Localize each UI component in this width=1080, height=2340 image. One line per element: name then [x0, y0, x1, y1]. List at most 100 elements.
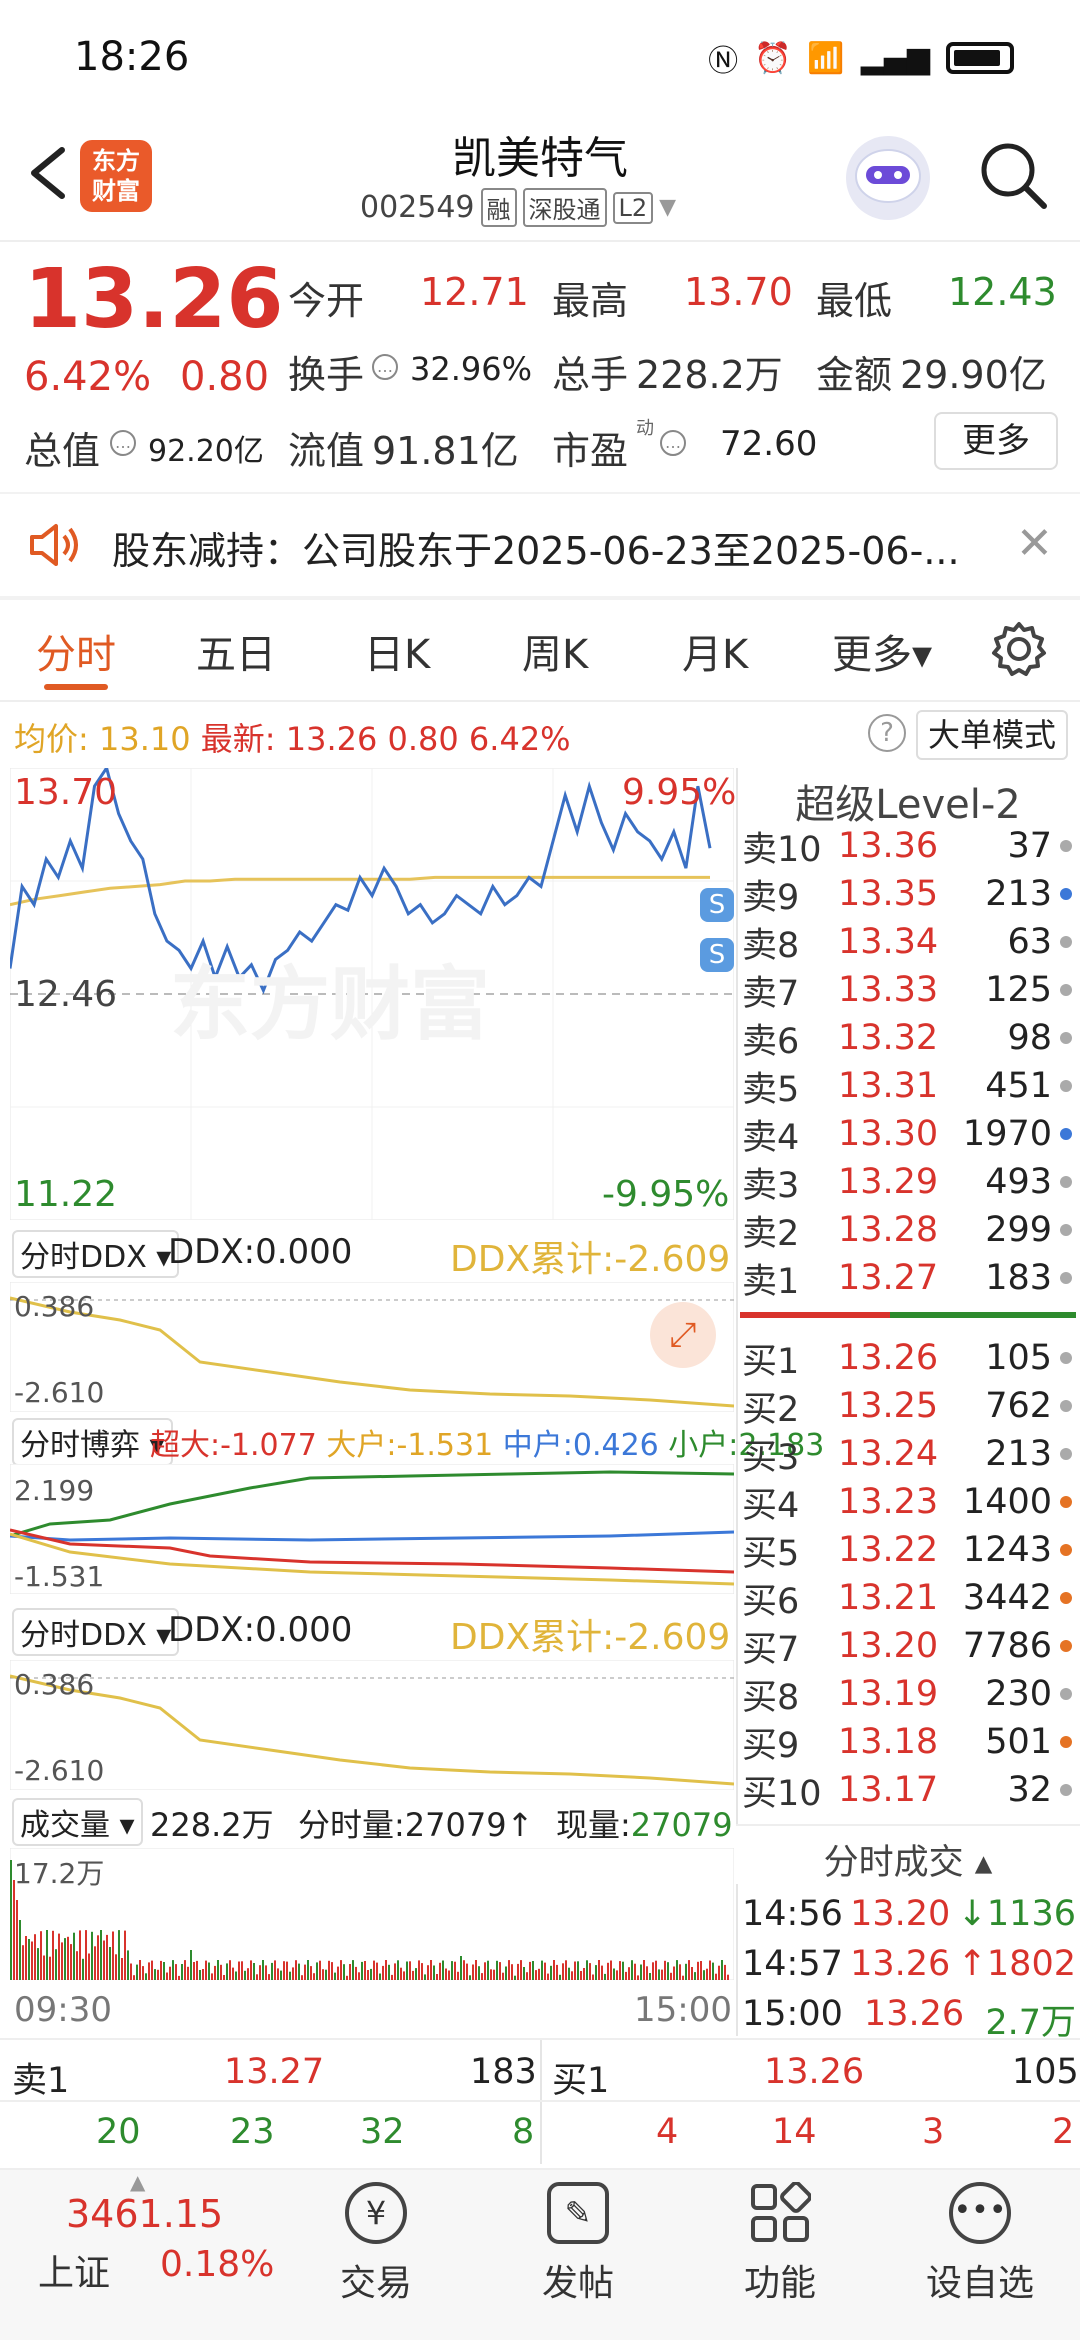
- divider: [0, 240, 1080, 242]
- mktcap-value: 92.20亿: [148, 434, 264, 469]
- close-icon[interactable]: ✕: [1016, 518, 1053, 569]
- orderbook-dot-icon: [1060, 1080, 1072, 1092]
- sell-signal-icon[interactable]: S: [700, 888, 734, 922]
- pe-sup: 动: [636, 418, 654, 439]
- dropdown-triangle-icon[interactable]: ▼: [659, 195, 676, 220]
- volume-bar: [340, 1960, 342, 1980]
- game-indicator-select[interactable]: 分时博弈 ▾: [12, 1418, 173, 1466]
- ask-row[interactable]: 卖9 13.35 213: [742, 870, 1072, 918]
- tab-day-k[interactable]: 日K: [364, 622, 430, 680]
- volume-bar: [640, 1964, 642, 1980]
- ddx-indicator-select[interactable]: 分时DDX ▾: [12, 1230, 180, 1278]
- info-icon[interactable]: …: [110, 430, 136, 456]
- bid-row[interactable]: 买3 13.24 213: [742, 1430, 1072, 1478]
- nav-trade[interactable]: ¥ 交易: [306, 2182, 446, 2306]
- ask-row[interactable]: 卖6 13.32 98: [742, 1014, 1072, 1062]
- bid-row[interactable]: 买7 13.20 7786: [742, 1622, 1072, 1670]
- volume-bar: [481, 1973, 483, 1980]
- more-button[interactable]: 更多: [934, 412, 1058, 470]
- volume-bar: [289, 1971, 291, 1980]
- orderbook-price: 13.28: [838, 1210, 939, 1250]
- ask-row[interactable]: 卖8 13.34 63: [742, 918, 1072, 966]
- nav-watchlist[interactable]: ••• 设自选: [910, 2182, 1050, 2306]
- volume-bar: [133, 1975, 135, 1980]
- volume-bar: [22, 1945, 24, 1980]
- ddx-y-top: 0.386: [14, 1668, 95, 1701]
- volume-indicator-select[interactable]: 成交量 ▾: [12, 1798, 143, 1846]
- orderbook-level-label: 卖8: [742, 925, 800, 966]
- bid-row[interactable]: 买9 13.18 501: [742, 1718, 1072, 1766]
- caret-up-icon: ▲: [130, 2170, 146, 2194]
- volume-bar: [253, 1963, 255, 1980]
- tab-more[interactable]: 更多▾: [832, 622, 932, 680]
- sell-signal-icon[interactable]: S: [700, 938, 734, 972]
- volume-bar: [40, 1931, 42, 1980]
- volume-bar: [397, 1960, 399, 1980]
- assistant-robot-icon[interactable]: [846, 136, 930, 220]
- index-name[interactable]: 上证: [38, 2244, 110, 2296]
- volume-bar: [211, 1973, 213, 1980]
- big-order-mode-button[interactable]: 大单模式: [916, 710, 1068, 760]
- volume-bar: [658, 1969, 660, 1980]
- index-pct[interactable]: 0.18%: [160, 2244, 274, 2285]
- info-icon[interactable]: …: [372, 354, 398, 380]
- volume-bar: [598, 1960, 600, 1980]
- index-value[interactable]: 3461.15: [66, 2192, 223, 2236]
- volume-bar: [124, 1930, 126, 1980]
- ask-row[interactable]: 卖7 13.33 125: [742, 966, 1072, 1014]
- last-price: 13.26: [24, 252, 284, 347]
- ddx-y-bottom: -2.610: [14, 1376, 105, 1409]
- tab-week-k[interactable]: 周K: [522, 622, 588, 680]
- settings-gear-icon[interactable]: [990, 620, 1048, 678]
- ddx-indicator-select[interactable]: 分时DDX ▾: [12, 1608, 180, 1656]
- ask-row[interactable]: 卖3 13.29 493: [742, 1158, 1072, 1206]
- bid-row[interactable]: 买4 13.23 1400: [742, 1478, 1072, 1526]
- tag-margin: 融: [480, 188, 517, 227]
- orderbook-price: 13.29: [838, 1162, 939, 1202]
- y-axis-top: 13.70: [14, 772, 118, 813]
- bid-row[interactable]: 买2 13.25 762: [742, 1382, 1072, 1430]
- bid-row[interactable]: 买5 13.22 1243: [742, 1526, 1072, 1574]
- volume-bar: [244, 1970, 246, 1980]
- game-y-bottom: -1.531: [14, 1560, 105, 1593]
- volume-bar: [637, 1975, 639, 1980]
- volume-bar: [277, 1968, 279, 1980]
- search-icon[interactable]: [976, 138, 1052, 214]
- game-y-top: 2.199: [14, 1474, 95, 1507]
- ask-row[interactable]: 卖10 13.36 37: [742, 822, 1072, 870]
- bid-row[interactable]: 买6 13.21 3442: [742, 1574, 1072, 1622]
- expand-icon[interactable]: ⤢: [650, 1302, 716, 1368]
- volume-bar: [544, 1962, 546, 1980]
- volume-bar: [472, 1964, 474, 1980]
- orderbook-price: 13.21: [838, 1578, 939, 1618]
- volume-bar: [484, 1962, 486, 1980]
- bid-row[interactable]: 买8 13.19 230: [742, 1670, 1072, 1718]
- trades-title[interactable]: 分时成交 ▴: [736, 1834, 1080, 1885]
- volume-bar: [271, 1962, 273, 1980]
- tab-intraday[interactable]: 分时: [36, 622, 116, 680]
- notice-text[interactable]: 股东减持：公司股东于2025-06-23至2025-06-...: [112, 520, 960, 575]
- ask-row[interactable]: 卖5 13.31 451: [742, 1062, 1072, 1110]
- volume-bar: [478, 1966, 480, 1980]
- volume-bar: [583, 1968, 585, 1980]
- ask-row[interactable]: 卖2 13.28 299: [742, 1206, 1072, 1254]
- volume-bar: [343, 1964, 345, 1980]
- pe-value: 72.60: [720, 424, 818, 464]
- tab-five-day[interactable]: 五日: [196, 622, 276, 680]
- volume-bar: [169, 1966, 171, 1980]
- ask-row[interactable]: 卖1 13.27 183: [742, 1254, 1072, 1302]
- volume-bar: [508, 1960, 510, 1980]
- ask-row[interactable]: 卖4 13.30 1970: [742, 1110, 1072, 1158]
- orderbook-level-label: 卖4: [742, 1117, 800, 1158]
- bid-row[interactable]: 买10 13.17 32: [742, 1766, 1072, 1814]
- strip-sell-vol: 183: [470, 2052, 537, 2092]
- tab-month-k[interactable]: 月K: [682, 622, 748, 680]
- nav-features[interactable]: 功能: [710, 2181, 850, 2306]
- orderbook-dot-icon: [1060, 1128, 1072, 1140]
- bid-row[interactable]: 买1 13.26 105: [742, 1334, 1072, 1382]
- low-label: 最低: [816, 279, 893, 323]
- info-icon[interactable]: …: [660, 430, 686, 456]
- nav-post[interactable]: ✎ 发帖: [508, 2182, 648, 2306]
- help-icon[interactable]: ?: [868, 714, 906, 752]
- edit-icon: ✎: [547, 2182, 609, 2244]
